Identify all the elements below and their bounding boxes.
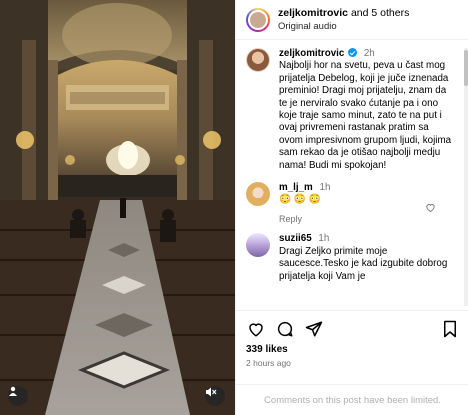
- header-username[interactable]: zeljkomitrovic: [278, 7, 348, 19]
- like-count[interactable]: 339 likes: [246, 344, 459, 355]
- bookmark-icon[interactable]: [440, 320, 459, 339]
- caption: zeljkomitrovic 2h Najbolji hor na svetu,…: [246, 48, 454, 172]
- post-header: zeljkomitrovic and 5 others Original aud…: [236, 0, 468, 40]
- story-ring[interactable]: [246, 7, 270, 32]
- comment-item: suzii65 1h Dragi Zeljko primite moje sau…: [246, 233, 454, 283]
- comment-username[interactable]: m_lj_m: [279, 182, 313, 193]
- heart-icon[interactable]: [246, 320, 265, 339]
- avatar[interactable]: [248, 9, 268, 30]
- church-interior-image: [0, 0, 235, 415]
- verified-badge-icon: [348, 48, 358, 57]
- caption-time: 2h: [363, 48, 375, 59]
- muted-speaker-icon[interactable]: [205, 386, 225, 406]
- caption-text: Najbolji hor na svetu, peva u čast mog p…: [279, 60, 452, 171]
- post-timestamp: 2 hours ago: [246, 358, 291, 368]
- comment-text: Dragi Zeljko primite moje saucesce.Tesko…: [279, 245, 448, 282]
- comment-item: m_lj_m 1h 😳 😳 😳 Reply: [246, 182, 454, 225]
- comments-list: zeljkomitrovic 2h Najbolji hor na svetu,…: [236, 40, 464, 310]
- avatar[interactable]: [246, 233, 270, 258]
- comment-icon[interactable]: [275, 320, 294, 339]
- comments-limited-notice: Comments on this post have been limited.: [236, 384, 468, 415]
- avatar[interactable]: [246, 182, 270, 207]
- user-tag-icon[interactable]: [8, 386, 28, 406]
- comment-time: 1h: [319, 182, 331, 194]
- caption-username[interactable]: zeljkomitrovic: [279, 48, 344, 59]
- share-icon[interactable]: [304, 320, 323, 339]
- action-bar: 339 likes 2 hours ago: [236, 310, 468, 368]
- scrollbar-track[interactable]: [464, 48, 468, 306]
- post-details-panel: zeljkomitrovic and 5 others Original aud…: [235, 0, 468, 415]
- avatar[interactable]: [246, 48, 270, 72]
- scrollbar-thumb[interactable]: [464, 50, 468, 86]
- heart-icon[interactable]: [425, 200, 436, 218]
- header-collaborators[interactable]: and 5 others: [351, 7, 409, 19]
- comment-time: 1h: [318, 233, 330, 245]
- comment-username[interactable]: suzii65: [279, 233, 312, 244]
- original-audio-link[interactable]: Original audio: [278, 20, 409, 33]
- post-video[interactable]: [0, 0, 235, 415]
